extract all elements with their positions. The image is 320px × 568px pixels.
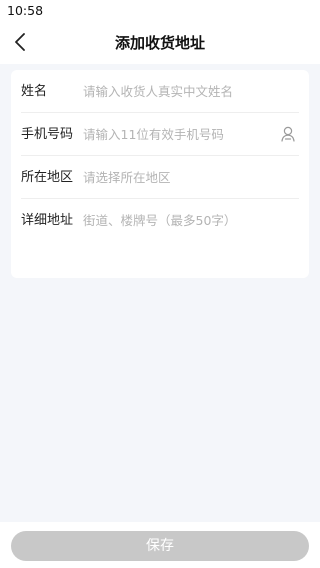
form-row-region[interactable]: 所在地区	[11, 156, 309, 199]
detail-address-input[interactable]	[83, 208, 273, 232]
name-input[interactable]	[83, 79, 273, 103]
form-row-phone: 手机号码	[11, 113, 309, 156]
save-button[interactable]: 保存	[11, 531, 309, 561]
form-row-name: 姓名	[11, 70, 309, 113]
address-form-card: 姓名 手机号码 所在地区 详细地址	[11, 70, 309, 278]
region-label: 所在地区	[21, 170, 74, 185]
status-time: 10:58	[7, 3, 44, 18]
contact-picker-button[interactable]	[279, 125, 297, 143]
bottom-bar: 保存	[0, 522, 320, 568]
status-bar: 10:58	[0, 0, 320, 22]
detail-label: 详细地址	[21, 213, 74, 228]
phone-input[interactable]	[83, 122, 273, 146]
contact-person-icon	[281, 126, 295, 142]
region-selector[interactable]	[83, 165, 273, 189]
navigation-bar: 添加收货地址	[0, 22, 320, 64]
form-row-detail: 详细地址	[11, 199, 309, 242]
phone-label: 手机号码	[21, 127, 74, 142]
name-label: 姓名	[21, 84, 48, 99]
page-title: 添加收货地址	[114, 34, 205, 52]
